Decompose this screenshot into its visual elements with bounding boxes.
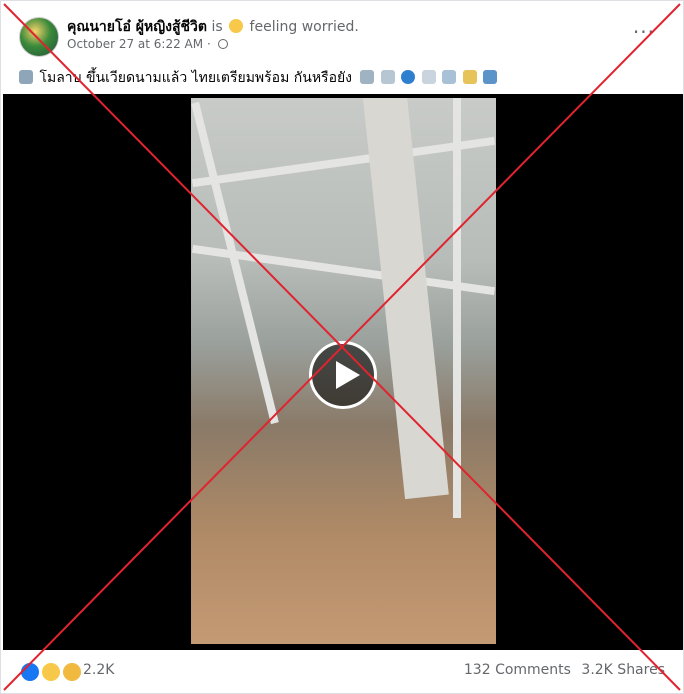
window-frame [453, 98, 461, 518]
wow-reaction-icon [40, 661, 63, 683]
avatar[interactable] [19, 17, 59, 57]
tornado-icon [19, 70, 33, 84]
facebook-post: คุณนายโอ๋ ผู้หญิงสู้ชีวิต is feeling wor… [0, 0, 684, 694]
window-frame [191, 136, 496, 188]
tornado-icon [360, 70, 375, 84]
reaction-icons[interactable] [19, 661, 84, 683]
globe-icon [217, 39, 228, 49]
cloud-lightning-icon [380, 70, 395, 84]
cyclone-icon [401, 70, 416, 84]
timestamp[interactable]: October 27 at 6:22 AM [67, 37, 203, 51]
like-reaction-icon [19, 661, 41, 683]
play-icon [336, 361, 360, 389]
sad-reaction-icon [61, 661, 84, 683]
play-button[interactable] [309, 341, 377, 409]
feeling-worried-icon [229, 19, 244, 33]
status-text: feeling worried. [249, 19, 359, 35]
cloud-rain-icon [421, 70, 436, 84]
post-meta: October 27 at 6:22 AM · [67, 37, 228, 51]
sun-rain-icon [462, 70, 477, 84]
reaction-count[interactable]: 2.2K [83, 662, 114, 678]
separator: · [206, 37, 211, 51]
column [361, 98, 449, 500]
cloud-rain-icon [442, 70, 457, 84]
comments-count[interactable]: 132 Comments [464, 662, 571, 678]
more-icon[interactable]: ··· [633, 22, 655, 42]
status-prefix: is [211, 19, 223, 35]
post-caption: โมลาบ ขึ้นเวียดนามแล้ว ไทยเตรียมพร้อม กั… [19, 67, 499, 89]
water-wave-icon [483, 70, 498, 84]
author-name[interactable]: คุณนายโอ๋ ผู้หญิงสู้ชีวิต [67, 19, 207, 35]
shares-count[interactable]: 3.2K Shares [581, 662, 665, 678]
engagement-stats: 132 Comments 3.2K Shares [458, 662, 665, 678]
caption-text: โมลาบ ขึ้นเวียดนามแล้ว ไทยเตรียมพร้อม กั… [39, 70, 353, 86]
post-header: คุณนายโอ๋ ผู้หญิงสู้ชีวิต is feeling wor… [67, 16, 359, 38]
video-player[interactable] [3, 94, 683, 650]
